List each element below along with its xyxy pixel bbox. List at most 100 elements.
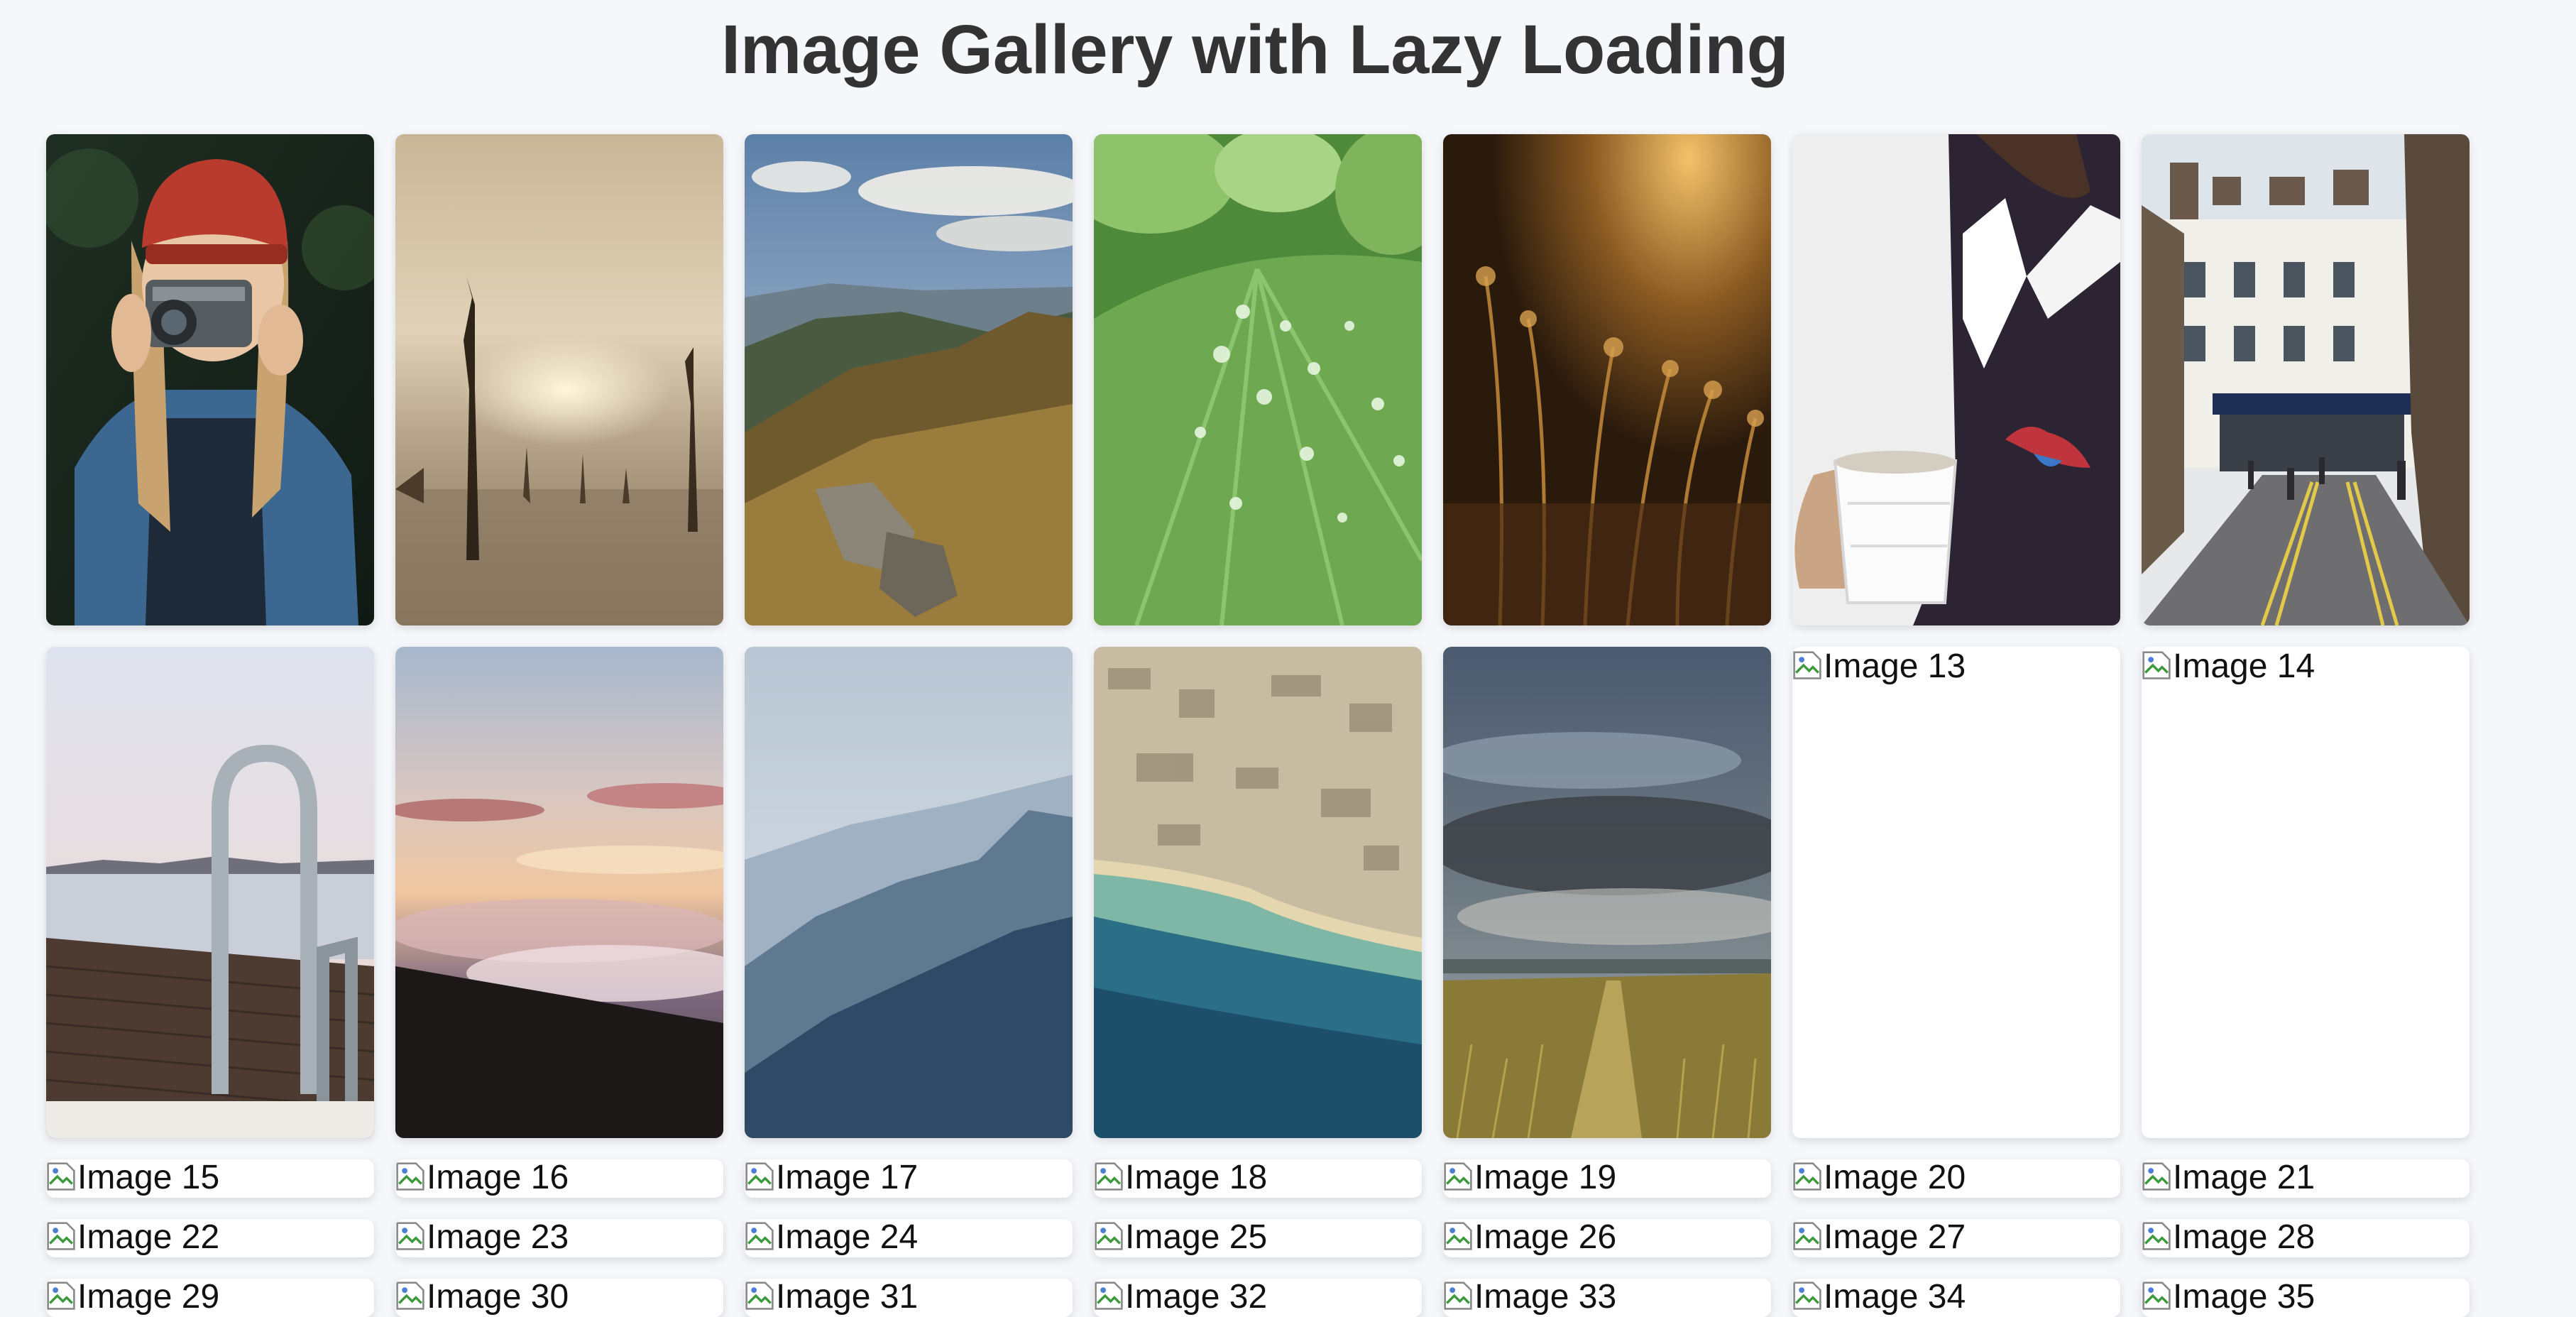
broken-image-placeholder: Image 14 [2142, 647, 2315, 687]
gallery-image-8[interactable] [46, 647, 374, 1138]
broken-image-icon [1095, 1282, 1123, 1310]
gallery-image-16[interactable]: Image 16 [395, 1159, 723, 1198]
gallery-image-7[interactable] [2142, 134, 2470, 625]
gallery-image-15[interactable]: Image 15 [46, 1159, 374, 1198]
misty-mountains-photo [745, 647, 1073, 1138]
gallery-image-1[interactable] [46, 134, 374, 625]
image-alt-text: Image 35 [2173, 1279, 2315, 1316]
image-alt-text: Image 34 [1824, 1279, 1966, 1316]
broken-image-icon [2142, 1162, 2171, 1191]
sunset-above-clouds-photo [395, 647, 723, 1138]
broken-image-placeholder: Image 29 [46, 1279, 219, 1317]
broken-image-placeholder: Image 16 [395, 1159, 569, 1198]
broken-image-placeholder: Image 22 [46, 1219, 219, 1257]
gallery-image-20[interactable]: Image 20 [1792, 1159, 2120, 1198]
gallery-image-24[interactable]: Image 24 [745, 1219, 1073, 1257]
image-alt-text: Image 27 [1824, 1219, 1966, 1256]
image-alt-text: Image 23 [427, 1219, 569, 1256]
gallery-image-2[interactable] [395, 134, 723, 625]
gallery-image-17[interactable]: Image 17 [745, 1159, 1073, 1198]
image-alt-text: Image 32 [1125, 1279, 1268, 1316]
gallery-image-21[interactable]: Image 21 [2142, 1159, 2470, 1198]
gallery-image-10[interactable] [745, 647, 1073, 1138]
broken-image-icon [47, 1162, 75, 1191]
broken-image-placeholder: Image 27 [1792, 1219, 1966, 1257]
broken-image-placeholder: Image 34 [1792, 1279, 1966, 1317]
gallery-image-18[interactable]: Image 18 [1094, 1159, 1422, 1198]
broken-image-placeholder: Image 13 [1792, 647, 1966, 687]
gallery-image-29[interactable]: Image 29 [46, 1279, 374, 1317]
image-alt-text: Image 31 [776, 1279, 919, 1316]
image-alt-text: Image 29 [77, 1279, 220, 1316]
broken-image-icon [1095, 1222, 1123, 1250]
broken-image-icon [1095, 1162, 1123, 1191]
foggy-dead-trees-photo [395, 134, 723, 625]
woman-with-camera-photo [46, 134, 374, 625]
broken-image-icon [1793, 651, 1821, 679]
image-alt-text: Image 28 [2173, 1219, 2315, 1256]
gallery-image-13[interactable]: Image 13 [1792, 647, 2120, 1138]
gallery-image-14[interactable]: Image 14 [2142, 647, 2470, 1138]
broken-image-icon [396, 1162, 424, 1191]
gallery-image-30[interactable]: Image 30 [395, 1279, 723, 1317]
broken-image-placeholder: Image 23 [395, 1219, 569, 1257]
broken-image-icon [2142, 1282, 2171, 1310]
gallery-image-3[interactable] [745, 134, 1073, 625]
broken-image-icon [1444, 1222, 1472, 1250]
gallery-image-22[interactable]: Image 22 [46, 1219, 374, 1257]
broken-image-placeholder: Image 21 [2142, 1159, 2315, 1198]
image-gallery: Image 13 Image 14 Image 15 Image 16 Imag… [46, 134, 2474, 1317]
broken-image-icon [47, 1222, 75, 1250]
broken-image-icon [1793, 1162, 1821, 1191]
broken-image-placeholder: Image 26 [1443, 1219, 1616, 1257]
broken-image-icon [1444, 1282, 1472, 1310]
image-alt-text: Image 21 [2173, 1159, 2315, 1196]
broken-image-icon [745, 1222, 774, 1250]
gallery-image-11[interactable] [1094, 647, 1422, 1138]
image-alt-text: Image 17 [776, 1159, 919, 1196]
gallery-image-28[interactable]: Image 28 [2142, 1219, 2470, 1257]
gallery-image-6[interactable] [1792, 134, 2120, 625]
gallery-image-26[interactable]: Image 26 [1443, 1219, 1771, 1257]
broken-image-placeholder: Image 25 [1094, 1219, 1267, 1257]
gallery-image-19[interactable]: Image 19 [1443, 1159, 1771, 1198]
broken-image-icon [2142, 1222, 2171, 1250]
man-with-coffee-cup-photo [1792, 134, 2120, 625]
gallery-image-5[interactable] [1443, 134, 1771, 625]
gallery-image-32[interactable]: Image 32 [1094, 1279, 1422, 1317]
london-street-photo [2142, 134, 2470, 625]
page-title: Image Gallery with Lazy Loading [721, 11, 1789, 88]
golden-grass-sunset-photo [1443, 134, 1771, 625]
gallery-image-33[interactable]: Image 33 [1443, 1279, 1771, 1317]
gallery-image-25[interactable]: Image 25 [1094, 1219, 1422, 1257]
gallery-image-27[interactable]: Image 27 [1792, 1219, 2120, 1257]
broken-image-placeholder: Image 18 [1094, 1159, 1267, 1198]
broken-image-placeholder: Image 19 [1443, 1159, 1616, 1198]
gallery-image-12[interactable] [1443, 647, 1771, 1138]
gallery-image-35[interactable]: Image 35 [2142, 1279, 2470, 1317]
image-alt-text: Image 15 [77, 1159, 220, 1196]
broken-image-placeholder: Image 30 [395, 1279, 569, 1317]
gallery-image-31[interactable]: Image 31 [745, 1279, 1073, 1317]
broken-image-icon [745, 1282, 774, 1310]
broken-image-placeholder: Image 20 [1792, 1159, 1966, 1198]
broken-image-placeholder: Image 35 [2142, 1279, 2315, 1317]
gallery-image-4[interactable] [1094, 134, 1422, 625]
broken-image-icon [2142, 651, 2171, 679]
broken-image-icon [745, 1162, 774, 1191]
aerial-coastline-photo [1094, 647, 1422, 1138]
gallery-image-34[interactable]: Image 34 [1792, 1279, 2120, 1317]
broken-image-icon [396, 1282, 424, 1310]
gallery-image-9[interactable] [395, 647, 723, 1138]
image-alt-text: Image 22 [77, 1219, 220, 1256]
broken-image-icon [396, 1222, 424, 1250]
image-alt-text: Image 33 [1474, 1279, 1617, 1316]
broken-image-placeholder: Image 32 [1094, 1279, 1267, 1317]
broken-image-placeholder: Image 15 [46, 1159, 219, 1198]
image-alt-text: Image 26 [1474, 1219, 1617, 1256]
broken-image-placeholder: Image 31 [745, 1279, 918, 1317]
image-alt-text: Image 18 [1125, 1159, 1268, 1196]
gallery-image-23[interactable]: Image 23 [395, 1219, 723, 1257]
broken-image-icon [1793, 1282, 1821, 1310]
leaf-water-drops-photo [1094, 134, 1422, 625]
